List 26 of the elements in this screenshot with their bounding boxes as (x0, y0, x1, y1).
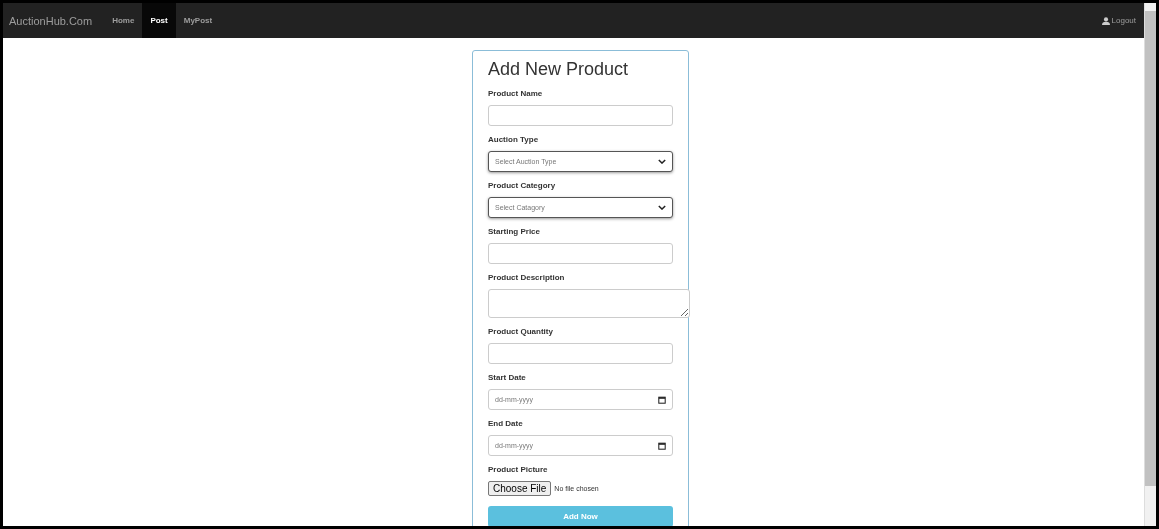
field-label: Product Description (488, 273, 566, 282)
nav-link[interactable]: Home (104, 3, 143, 38)
input-field[interactable] (488, 243, 673, 264)
nav-link[interactable]: Post (142, 3, 176, 38)
field-label: Product Category (488, 181, 557, 190)
field-label: Product Quantity (488, 327, 554, 336)
user-icon (1101, 16, 1110, 25)
field-label: Start Date (488, 373, 527, 382)
logout-link[interactable]: Logout (1101, 16, 1136, 25)
choose-file-button[interactable]: Choose File (488, 481, 552, 496)
field-label: Product Picture (488, 465, 549, 474)
calendar-icon[interactable] (658, 441, 666, 450)
input-field[interactable] (488, 105, 673, 126)
field-label: Auction Type (488, 135, 540, 144)
scrollbar[interactable] (1144, 3, 1156, 526)
form-title: Add New Product (488, 59, 630, 80)
textarea-field[interactable] (488, 289, 690, 318)
field-label: Product Name (488, 89, 544, 98)
chevron-down-icon (658, 159, 666, 164)
input-field[interactable] (488, 343, 673, 364)
calendar-icon[interactable] (658, 395, 666, 404)
brand-link[interactable]: AuctionHub.Com (9, 14, 93, 27)
chevron-down-icon (658, 205, 666, 210)
field-label: Starting Price (488, 227, 541, 236)
field-label: End Date (488, 419, 524, 428)
nav-link[interactable]: MyPost (175, 3, 221, 38)
